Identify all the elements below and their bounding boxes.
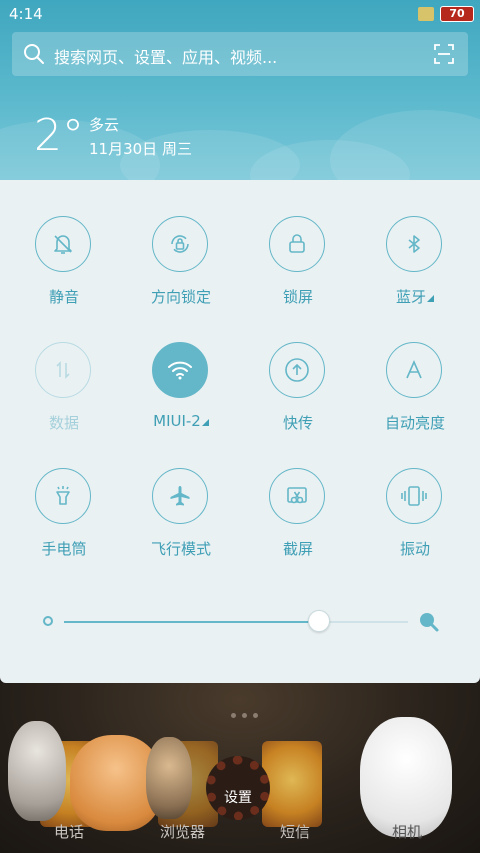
vibrate-icon: [386, 468, 442, 524]
messages-app-icon[interactable]: [262, 741, 322, 827]
toggle-lock-screen[interactable]: 锁屏: [243, 216, 353, 326]
submenu-indicator-icon: [427, 295, 434, 302]
search-icon: [24, 44, 44, 64]
toggle-flashlight[interactable]: 手电筒: [9, 468, 119, 578]
dock-label-messages: 短信: [280, 823, 311, 841]
bluetooth-icon: [386, 216, 442, 272]
toggle-label: 蓝牙: [360, 286, 470, 307]
toggle-label: 快传: [282, 414, 313, 432]
weather-date: 11月30日 周三: [89, 140, 192, 158]
airplane-icon: [152, 468, 208, 524]
toggle-wifi[interactable]: MIUI-2: [126, 342, 236, 452]
toggle-label: MIUI-2: [126, 412, 236, 430]
dock-label-camera: 相机: [392, 823, 423, 841]
toggle-label: 静音: [48, 288, 79, 306]
status-bar: 4:14 70: [0, 0, 480, 28]
rotation-lock-icon: [152, 216, 208, 272]
quick-settings-panel: 静音 方向锁定 锁屏 蓝牙 数据 MIUI-2 快传 自动亮度 手电筒 飞行模式…: [0, 180, 480, 683]
page-indicator: [228, 703, 261, 722]
white-fox-image: [360, 717, 452, 837]
flashlight-icon: [35, 468, 91, 524]
dock-label-phone: 电话: [54, 823, 85, 841]
toggle-label: 锁屏: [282, 288, 313, 306]
notification-icon: [418, 7, 434, 21]
letter-a-icon: [386, 342, 442, 398]
toggle-label: 方向锁定: [150, 288, 211, 306]
slider-thumb[interactable]: [307, 610, 330, 632]
upload-icon: [269, 342, 325, 398]
toggle-bluetooth[interactable]: 蓝牙: [360, 216, 470, 326]
scan-icon[interactable]: [434, 44, 454, 64]
toggle-rotation-lock[interactable]: 方向锁定: [126, 216, 236, 326]
toggle-label: 数据: [48, 414, 79, 432]
search-bar[interactable]: 搜索网页、设置、应用、视频...: [12, 32, 468, 76]
kitten-image: [8, 721, 66, 821]
bell-off-icon: [35, 216, 91, 272]
toggle-label: 飞行模式: [150, 540, 211, 558]
toggle-auto-brightness[interactable]: 自动亮度: [360, 342, 470, 452]
settings-label: 设置: [224, 790, 252, 806]
battery-icon: 70: [440, 6, 474, 22]
search-placeholder: 搜索网页、设置、应用、视频...: [54, 48, 278, 67]
weather-temperature: 2°: [34, 110, 84, 161]
brightness-slider[interactable]: [40, 608, 440, 638]
weather-condition: 多云: [89, 116, 120, 134]
status-icons: 70: [418, 5, 474, 23]
home-dock: 电话 浏览器 短信 相机 设置: [0, 683, 480, 853]
brightness-low-icon: [43, 616, 53, 626]
lock-icon: [269, 216, 325, 272]
submenu-indicator-icon: [201, 419, 209, 426]
wifi-icon: [152, 342, 208, 398]
toggle-label: 自动亮度: [384, 414, 445, 432]
data-arrows-icon: [35, 342, 91, 398]
toggle-silent[interactable]: 静音: [9, 216, 119, 326]
notification-header: 4:14 70 搜索网页、设置、应用、视频... 2° 多云 11月30日 周三: [0, 0, 480, 180]
status-time: 4:14: [9, 5, 43, 23]
kitten-image: [146, 737, 192, 819]
toggle-mobile-data[interactable]: 数据: [9, 342, 119, 452]
dock-label-browser: 浏览器: [160, 823, 206, 841]
toggle-quick-share[interactable]: 快传: [243, 342, 353, 452]
toggle-airplane-mode[interactable]: 飞行模式: [126, 468, 236, 578]
toggle-label: 截屏: [282, 540, 313, 558]
brightness-high-icon: [420, 613, 439, 632]
slider-fill: [64, 621, 319, 623]
toggle-label: 振动: [399, 540, 430, 558]
scissors-icon: [269, 468, 325, 524]
toggle-label: 手电筒: [41, 540, 87, 558]
toggle-screenshot[interactable]: 截屏: [243, 468, 353, 578]
toggle-vibrate[interactable]: 振动: [360, 468, 470, 578]
